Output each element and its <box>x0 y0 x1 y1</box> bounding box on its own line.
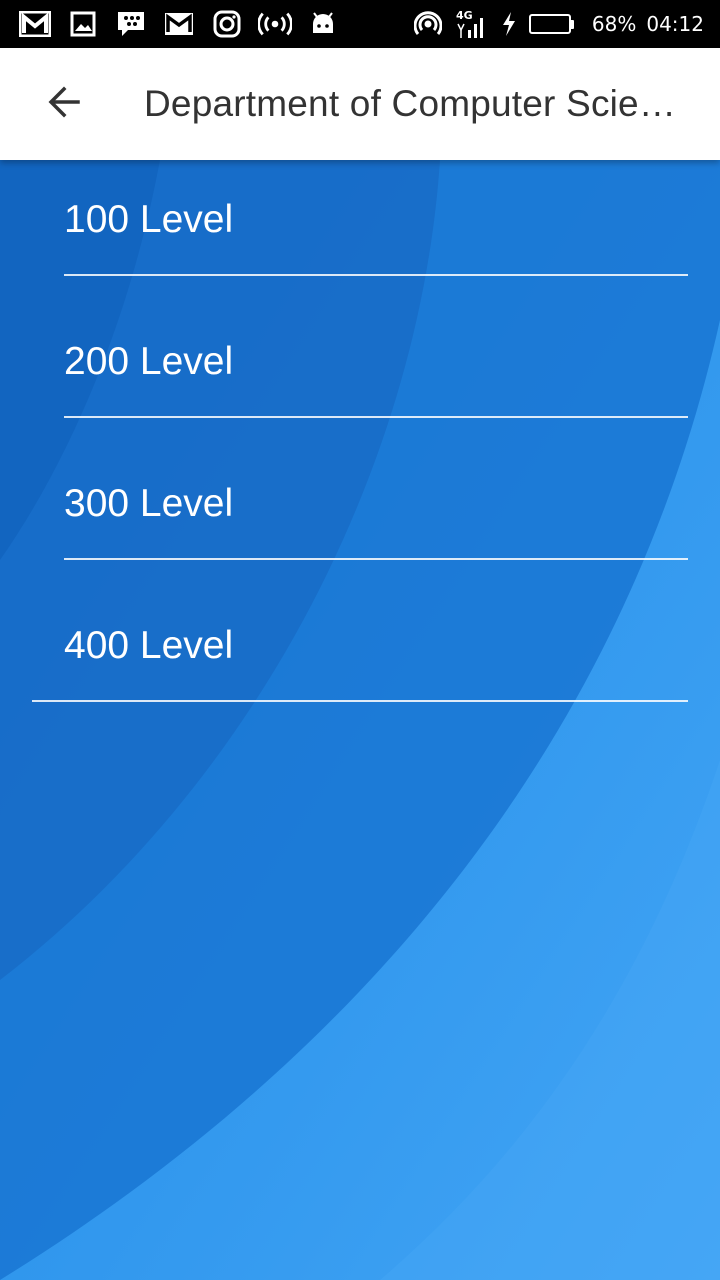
gmail-icon <box>162 7 196 41</box>
battery-icon <box>528 14 574 34</box>
gmail-icon <box>18 7 52 41</box>
notification-icons <box>18 7 340 41</box>
level-item[interactable]: 200 Level <box>64 244 688 418</box>
level-item[interactable]: 400 Level <box>32 528 688 702</box>
back-button[interactable] <box>32 72 96 136</box>
level-divider <box>32 700 688 702</box>
level-item[interactable]: 300 Level <box>64 386 688 560</box>
instagram-icon <box>210 7 244 41</box>
clock: 04:12 <box>646 12 704 36</box>
level-label: 400 Level <box>64 624 234 667</box>
page-title: Department of Computer Science <box>144 83 684 124</box>
network-type-label: 4G <box>456 9 473 22</box>
android-debug-icon <box>306 7 340 41</box>
gallery-icon <box>66 7 100 41</box>
wifi-hotspot-icon <box>411 7 445 41</box>
level-list-screen: 100 Level 200 Level 300 Level 400 Level <box>0 160 720 1280</box>
level-label: 100 Level <box>64 198 234 241</box>
level-item[interactable]: 100 Level <box>64 160 688 276</box>
charging-icon <box>499 7 519 41</box>
level-label: 300 Level <box>64 482 234 525</box>
status-bar: 4G 68% 04:12 <box>0 0 720 48</box>
level-label: 200 Level <box>64 340 234 383</box>
signal-icon: 4G <box>455 7 489 41</box>
battery-percent: 68% <box>591 12 637 36</box>
system-indicators: 4G 68% 04:12 <box>411 7 704 41</box>
app-bar: Department of Computer Science <box>0 48 720 160</box>
bbm-icon <box>114 7 148 41</box>
arrow-back-icon <box>46 84 82 125</box>
hotspot-icon <box>258 7 292 41</box>
